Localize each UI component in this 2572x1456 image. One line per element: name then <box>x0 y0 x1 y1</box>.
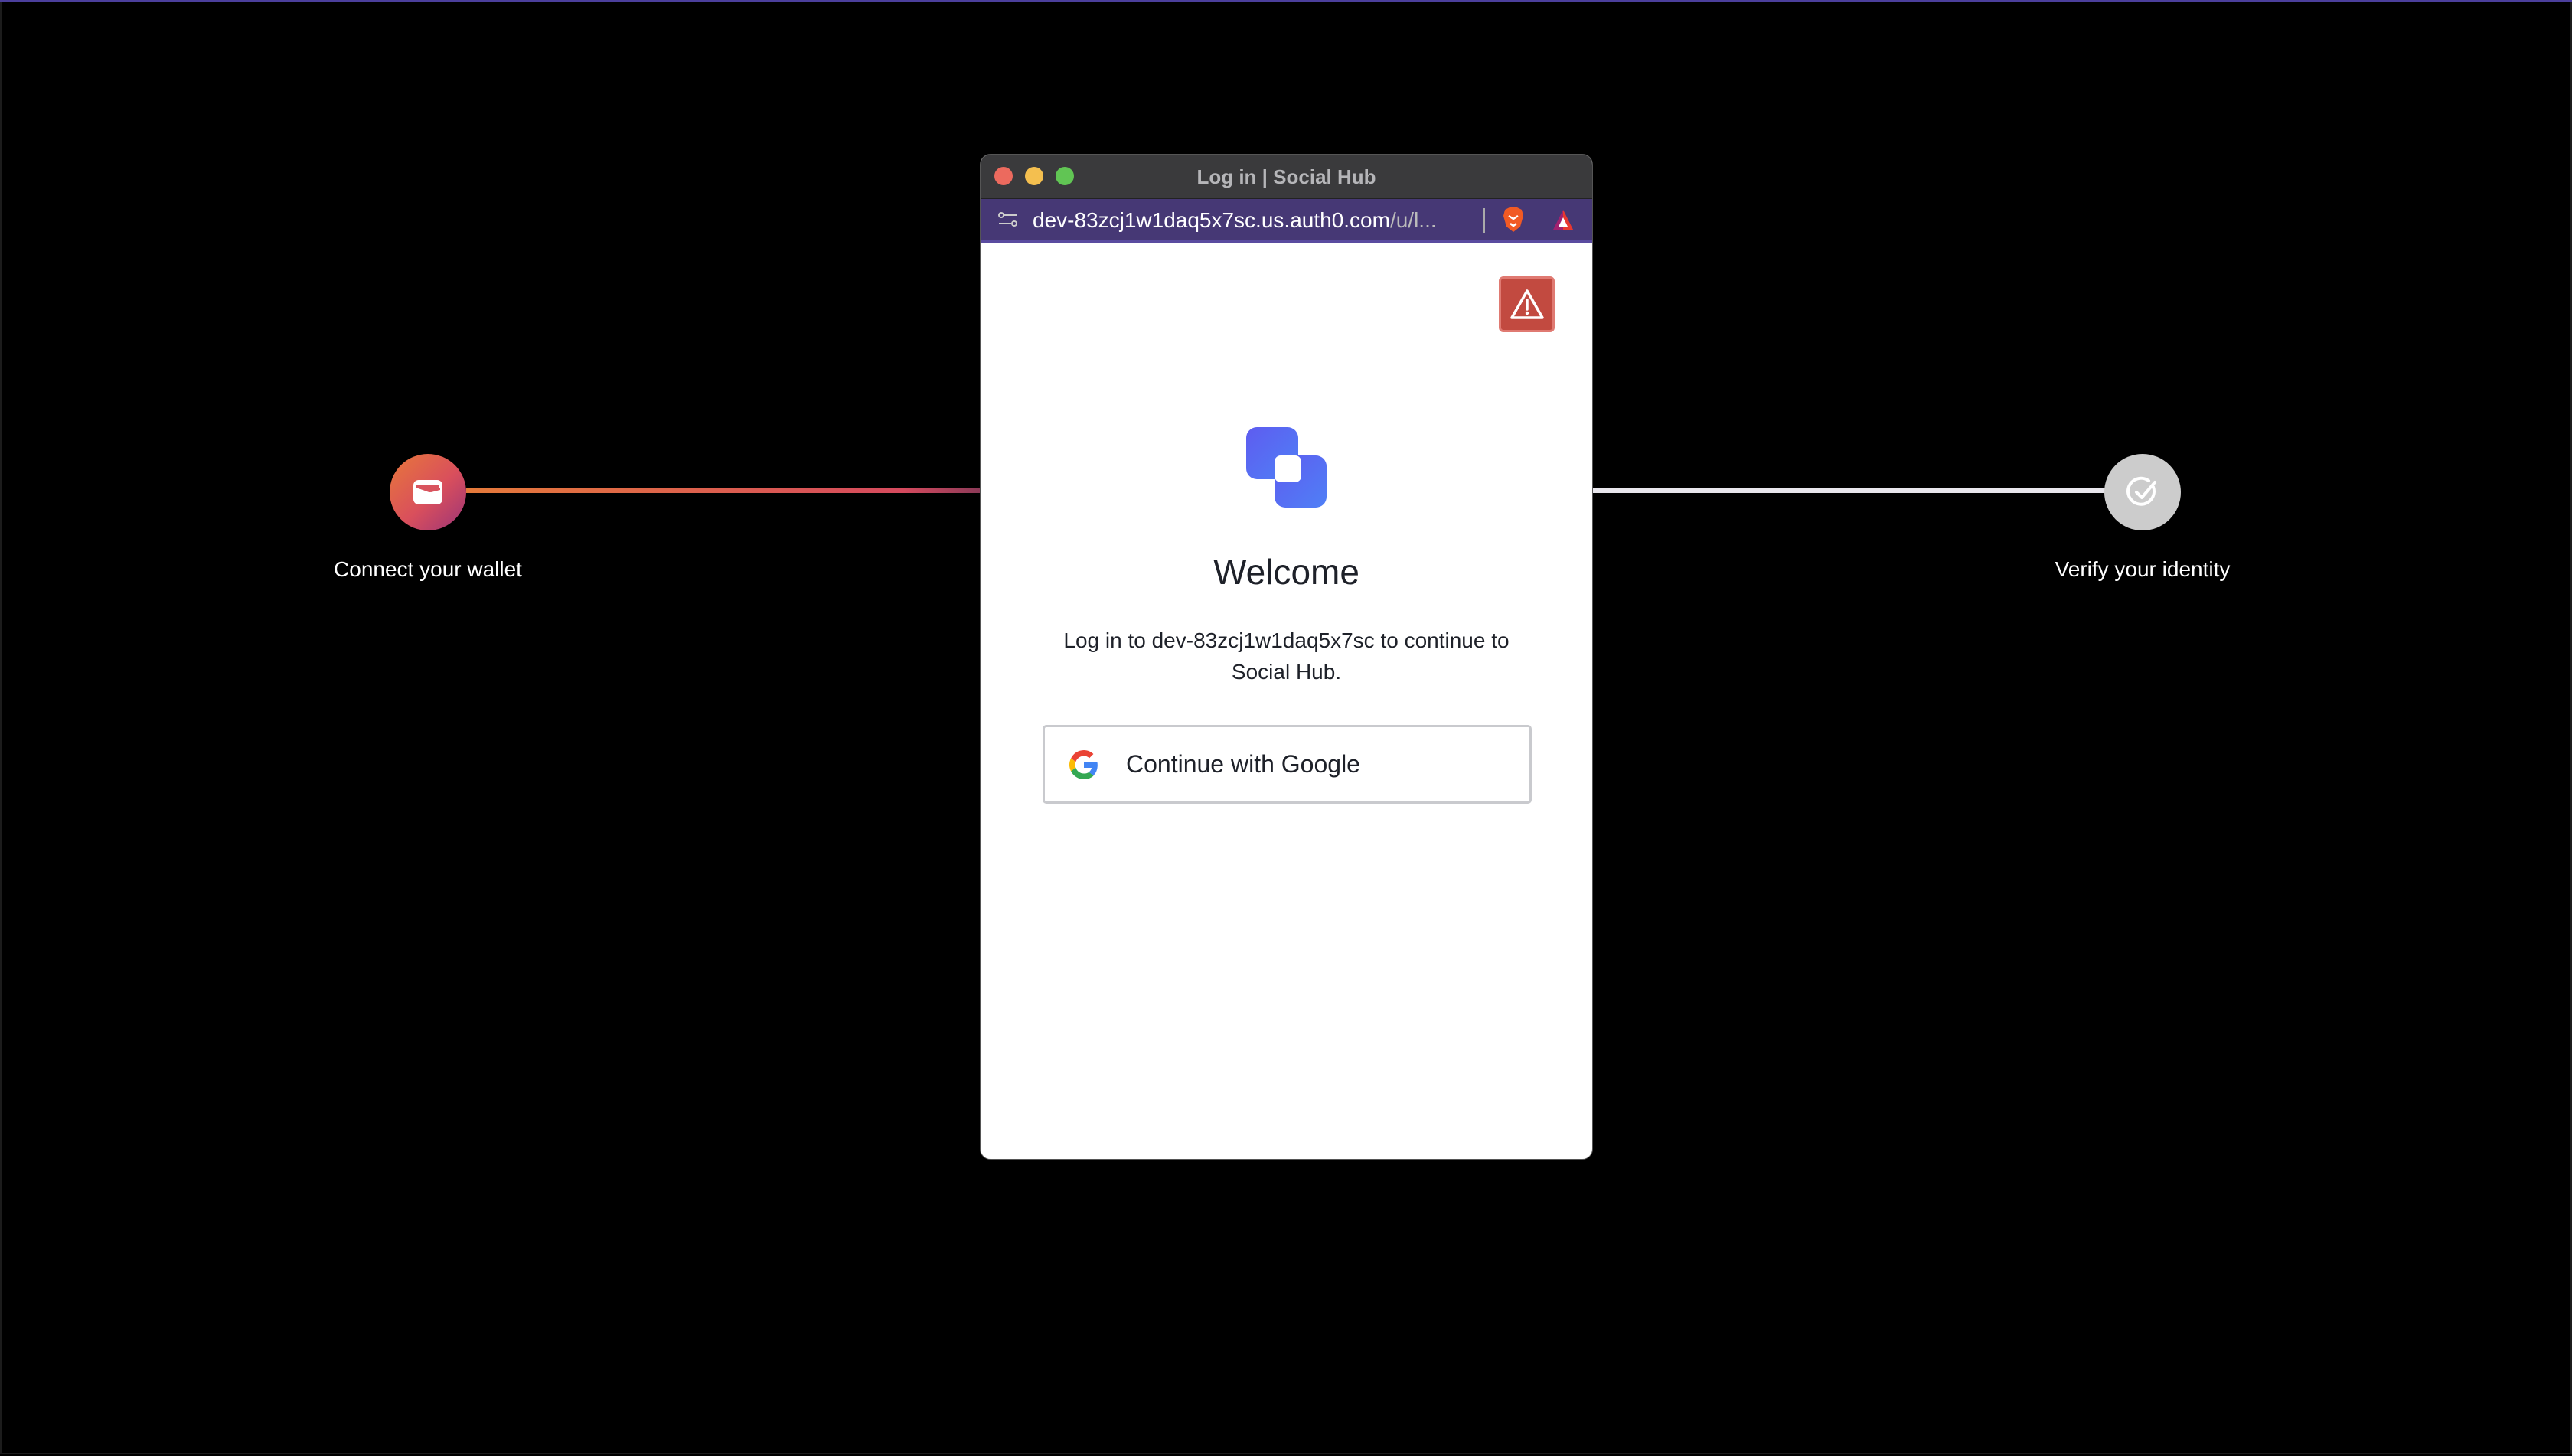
google-button-label: Continue with Google <box>1126 750 1360 778</box>
site-settings-icon[interactable] <box>997 211 1019 229</box>
social-hub-logo <box>1246 427 1327 508</box>
step-label-verify-identity: Verify your identity <box>2055 557 2231 581</box>
google-icon <box>1069 749 1098 779</box>
welcome-heading: Welcome <box>1213 552 1359 592</box>
progress-line-completed <box>466 488 980 493</box>
continue-with-google-button[interactable]: Continue with Google <box>1043 725 1532 804</box>
brave-rewards-icon[interactable] <box>1552 208 1575 231</box>
step-label-connect-wallet: Connect your wallet <box>334 557 522 581</box>
warning-button[interactable] <box>1499 276 1555 332</box>
url-text[interactable]: dev-83zcj1w1daq5x7sc.us.auth0.com/u/l... <box>1033 208 1437 233</box>
warning-triangle-icon <box>1510 289 1544 319</box>
progress-line-pending <box>1591 488 2106 493</box>
step-connect-wallet <box>390 454 466 530</box>
url-path: /u/l... <box>1389 208 1437 232</box>
urlbar-divider <box>1483 208 1485 233</box>
window-title: Log in | Social Hub <box>1196 165 1376 188</box>
login-popup-window: Log in | Social Hub dev-83zcj1w1daq5x7sc… <box>980 154 1593 1160</box>
login-description: Log in to dev-83zcj1w1daq5x7sc to contin… <box>1063 628 1510 684</box>
window-titlebar[interactable]: Log in | Social Hub <box>981 155 1592 199</box>
brave-shields-icon[interactable] <box>1502 207 1525 233</box>
step-verify-identity <box>2104 454 2181 530</box>
url-host: dev-83zcj1w1daq5x7sc.us.auth0.com <box>1033 208 1390 232</box>
address-bar[interactable]: dev-83zcj1w1daq5x7sc.us.auth0.com/u/l... <box>981 199 1592 243</box>
wallet-icon <box>413 480 442 504</box>
check-circle-icon <box>2126 476 2156 506</box>
